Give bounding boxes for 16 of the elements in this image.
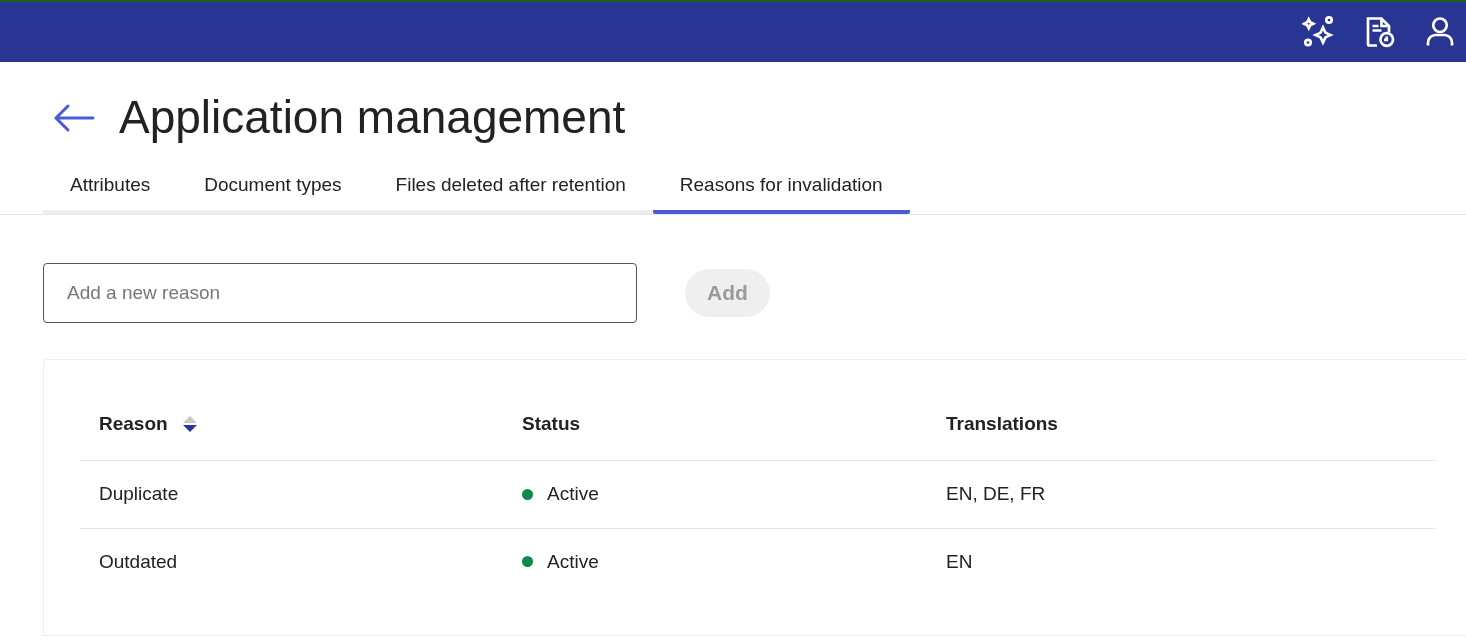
reason-text: Outdated: [99, 549, 178, 574]
back-button[interactable]: [53, 102, 95, 133]
sort-icon[interactable]: [181, 413, 198, 434]
tab[interactable]: Reasons for invalidation: [652, 165, 910, 214]
status-text: Active: [547, 482, 599, 507]
column-header: Status: [522, 411, 581, 436]
tab[interactable]: Files deleted after retention: [368, 165, 653, 214]
page-title: Application management: [119, 90, 626, 145]
status-text: Active: [547, 549, 599, 574]
translations-text: EN: [946, 549, 973, 574]
column-header: Reason: [99, 411, 168, 436]
translations-text: EN, DE, FR: [946, 482, 1046, 507]
tab[interactable]: Attributes: [43, 165, 178, 214]
tab[interactable]: Document types: [177, 165, 369, 214]
column-header: Translations: [946, 411, 1058, 436]
reason-text: Duplicate: [99, 482, 179, 507]
